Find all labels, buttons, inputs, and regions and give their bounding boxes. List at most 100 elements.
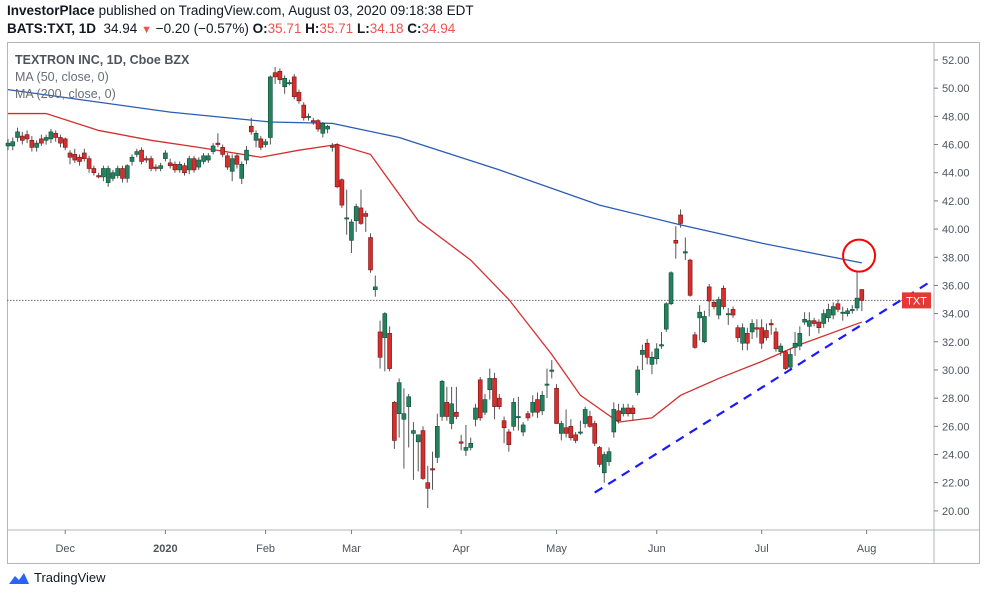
candle-down: [754, 327, 760, 330]
candle-down: [644, 342, 650, 358]
candle-up: [134, 151, 140, 155]
candle-up: [659, 344, 664, 347]
candle-up: [186, 158, 192, 171]
candle-down: [573, 434, 578, 441]
y-tick-label: 44.00: [942, 168, 970, 180]
candle-down: [368, 237, 373, 271]
candle-down: [759, 327, 764, 344]
candle-down: [82, 152, 87, 159]
candle-up: [406, 396, 411, 407]
x-tick-label: May: [546, 543, 567, 555]
candle-up: [463, 447, 469, 451]
candle-up: [601, 454, 607, 474]
candle-up: [282, 78, 287, 88]
candle-down: [358, 207, 364, 224]
candle-up: [845, 310, 850, 314]
candle-down: [492, 378, 497, 407]
candle-down: [444, 402, 450, 417]
candle-up: [344, 217, 349, 220]
footer-brand: TradingView: [34, 570, 106, 585]
candle-up: [725, 313, 731, 316]
candle-up: [115, 168, 121, 176]
candle-up: [559, 423, 564, 434]
candle-down: [20, 135, 25, 141]
y-tick-label: 32.00: [942, 337, 970, 349]
candle-up: [668, 272, 674, 305]
candle-down: [296, 92, 302, 102]
candle-down: [315, 120, 321, 130]
candle-down: [139, 149, 144, 162]
candle-up: [511, 402, 516, 427]
x-tick-label: Apr: [453, 543, 470, 555]
candle-up: [401, 413, 407, 420]
candle-up: [263, 141, 268, 145]
candle-down: [363, 213, 369, 217]
candle-down: [816, 321, 822, 329]
candle-up: [325, 125, 330, 130]
candle-down: [835, 303, 841, 310]
candle-down: [387, 333, 392, 369]
candle-down: [859, 289, 865, 301]
candle-down: [234, 155, 240, 165]
candle-down: [67, 152, 73, 158]
candle-up: [468, 442, 473, 448]
y-tick-label: 50.00: [942, 83, 970, 95]
candle-down: [597, 447, 602, 465]
y-tick-label: 48.00: [942, 111, 970, 123]
candle-down: [182, 165, 187, 174]
y-tick-label: 40.00: [942, 224, 970, 236]
legend-ma50[interactable]: MA (50, close, 0): [15, 70, 109, 84]
candle-down: [392, 402, 397, 441]
legend-title: TEXTRON INC, 1D, Cboe BZX: [15, 53, 190, 67]
candle-up: [635, 369, 640, 393]
candle-down: [563, 427, 569, 434]
x-tick-label: Jun: [648, 543, 666, 555]
candle-down: [497, 397, 502, 407]
y-tick-label: 26.00: [942, 421, 970, 433]
candle-down: [29, 140, 35, 148]
candle-up: [544, 383, 550, 386]
candle-down: [120, 168, 125, 179]
candle-up: [549, 369, 555, 372]
candle-up: [201, 155, 206, 162]
candle-up: [349, 221, 354, 241]
x-tick-label: 2020: [153, 543, 177, 555]
candle-up: [287, 82, 292, 85]
candle-up: [826, 309, 831, 319]
candle-down: [77, 156, 82, 162]
candle-down: [587, 416, 593, 427]
candle-up: [43, 137, 49, 141]
candle-down: [330, 145, 335, 148]
candle-up: [34, 142, 39, 148]
x-tick-label: Dec: [55, 543, 75, 555]
candle-down: [377, 331, 383, 358]
candle-up: [821, 313, 826, 324]
candle-down: [687, 259, 693, 296]
candle-up: [621, 407, 626, 414]
candle-down: [96, 175, 101, 178]
candle-up: [840, 311, 846, 314]
candle-down: [172, 163, 178, 171]
candle-up: [487, 378, 493, 391]
candle-down: [592, 423, 598, 444]
candle-down: [72, 154, 78, 161]
candle-down: [310, 120, 316, 123]
candle-up: [163, 152, 168, 159]
candle-down: [153, 166, 159, 169]
candle-up: [411, 430, 416, 434]
candle-down: [272, 72, 278, 78]
candle-up: [849, 309, 855, 311]
price-chart[interactable]: 52.00 50.00 48.00 46.00 44.00 42.00 40.00 38.00…: [0, 0, 987, 597]
candle-down: [225, 155, 230, 168]
y-tick-label: 30.00: [942, 365, 970, 377]
candle-down: [678, 214, 683, 224]
candle-up: [105, 168, 111, 183]
x-tick-label: Feb: [256, 543, 275, 555]
candle-down: [277, 70, 283, 81]
legend-ma200[interactable]: MA (200, close, 0): [15, 87, 116, 101]
y-tick-label: 24.00: [942, 450, 970, 462]
candle-up: [802, 318, 807, 323]
candle-up: [158, 165, 163, 169]
candle-down: [764, 330, 769, 338]
candle-down: [144, 158, 149, 161]
